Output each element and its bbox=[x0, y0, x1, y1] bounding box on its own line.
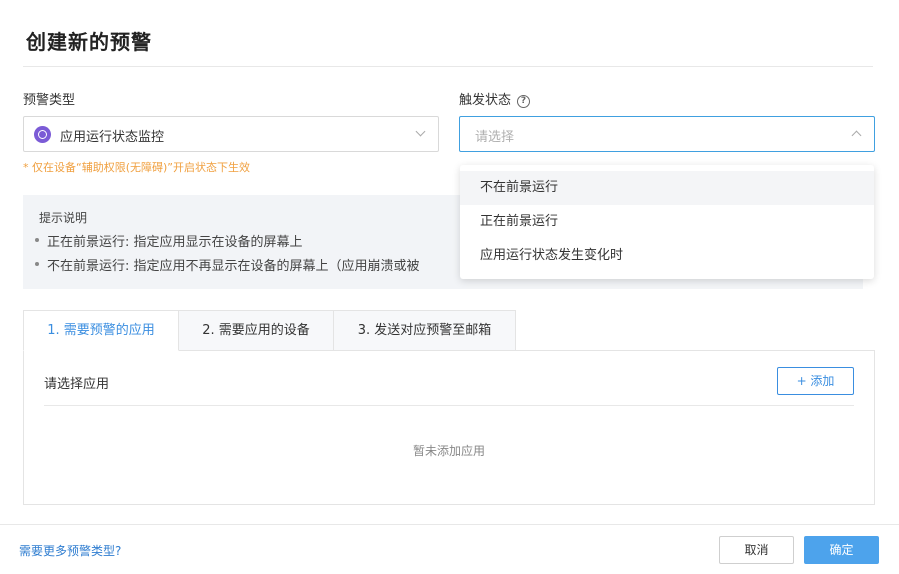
alert-type-label: 预警类型 bbox=[23, 93, 76, 108]
tips-item: 正在前景运行: 指定应用显示在设备的屏幕上 bbox=[35, 231, 303, 250]
tips-item: 不在前景运行: 指定应用不再显示在设备的屏幕上（应用崩溃或被 bbox=[35, 255, 420, 274]
tab-panel bbox=[23, 350, 875, 505]
cancel-button[interactable]: 取消 bbox=[719, 536, 794, 564]
trigger-state-placeholder: 请选择 bbox=[475, 130, 515, 145]
dropdown-option-not-foreground[interactable]: 不在前景运行 bbox=[460, 171, 874, 205]
confirm-button[interactable]: 确定 bbox=[804, 536, 879, 564]
app-monitor-icon bbox=[34, 126, 51, 143]
trigger-state-label-text: 触发状态 bbox=[459, 93, 512, 108]
alert-type-note: * 仅在设备“辅助权限(无障碍)”开启状态下生效 bbox=[23, 161, 250, 174]
alert-type-value: 应用运行状态监控 bbox=[60, 130, 165, 145]
more-alert-types-link[interactable]: 需要更多预警类型? bbox=[19, 542, 121, 559]
select-app-label: 请选择应用 bbox=[44, 377, 110, 392]
dropdown-option-state-change[interactable]: 应用运行状态发生变化时 bbox=[460, 239, 874, 273]
trigger-state-dropdown: 不在前景运行 正在前景运行 应用运行状态发生变化时 bbox=[460, 165, 874, 279]
alert-type-select[interactable]: 应用运行状态监控 bbox=[23, 116, 439, 152]
tab-email[interactable]: 3. 发送对应预警至邮箱 bbox=[333, 310, 516, 351]
tips-heading: 提示说明 bbox=[39, 211, 88, 225]
add-app-button[interactable]: + 添加 bbox=[777, 367, 854, 395]
dialog-title: 创建新的预警 bbox=[26, 30, 152, 54]
dropdown-option-foreground[interactable]: 正在前景运行 bbox=[460, 205, 874, 239]
trigger-state-label: 触发状态? bbox=[459, 89, 531, 108]
title-divider bbox=[23, 66, 873, 67]
panel-divider bbox=[44, 405, 854, 406]
chevron-up-icon bbox=[851, 130, 862, 141]
chevron-down-icon bbox=[415, 126, 426, 137]
footer-divider bbox=[0, 524, 899, 525]
help-icon[interactable]: ? bbox=[517, 95, 531, 108]
tab-apps[interactable]: 1. 需要预警的应用 bbox=[23, 310, 179, 351]
empty-state-text: 暂未添加应用 bbox=[412, 444, 485, 458]
trigger-state-select[interactable]: 请选择 bbox=[459, 116, 875, 152]
tab-devices[interactable]: 2. 需要应用的设备 bbox=[178, 310, 334, 351]
